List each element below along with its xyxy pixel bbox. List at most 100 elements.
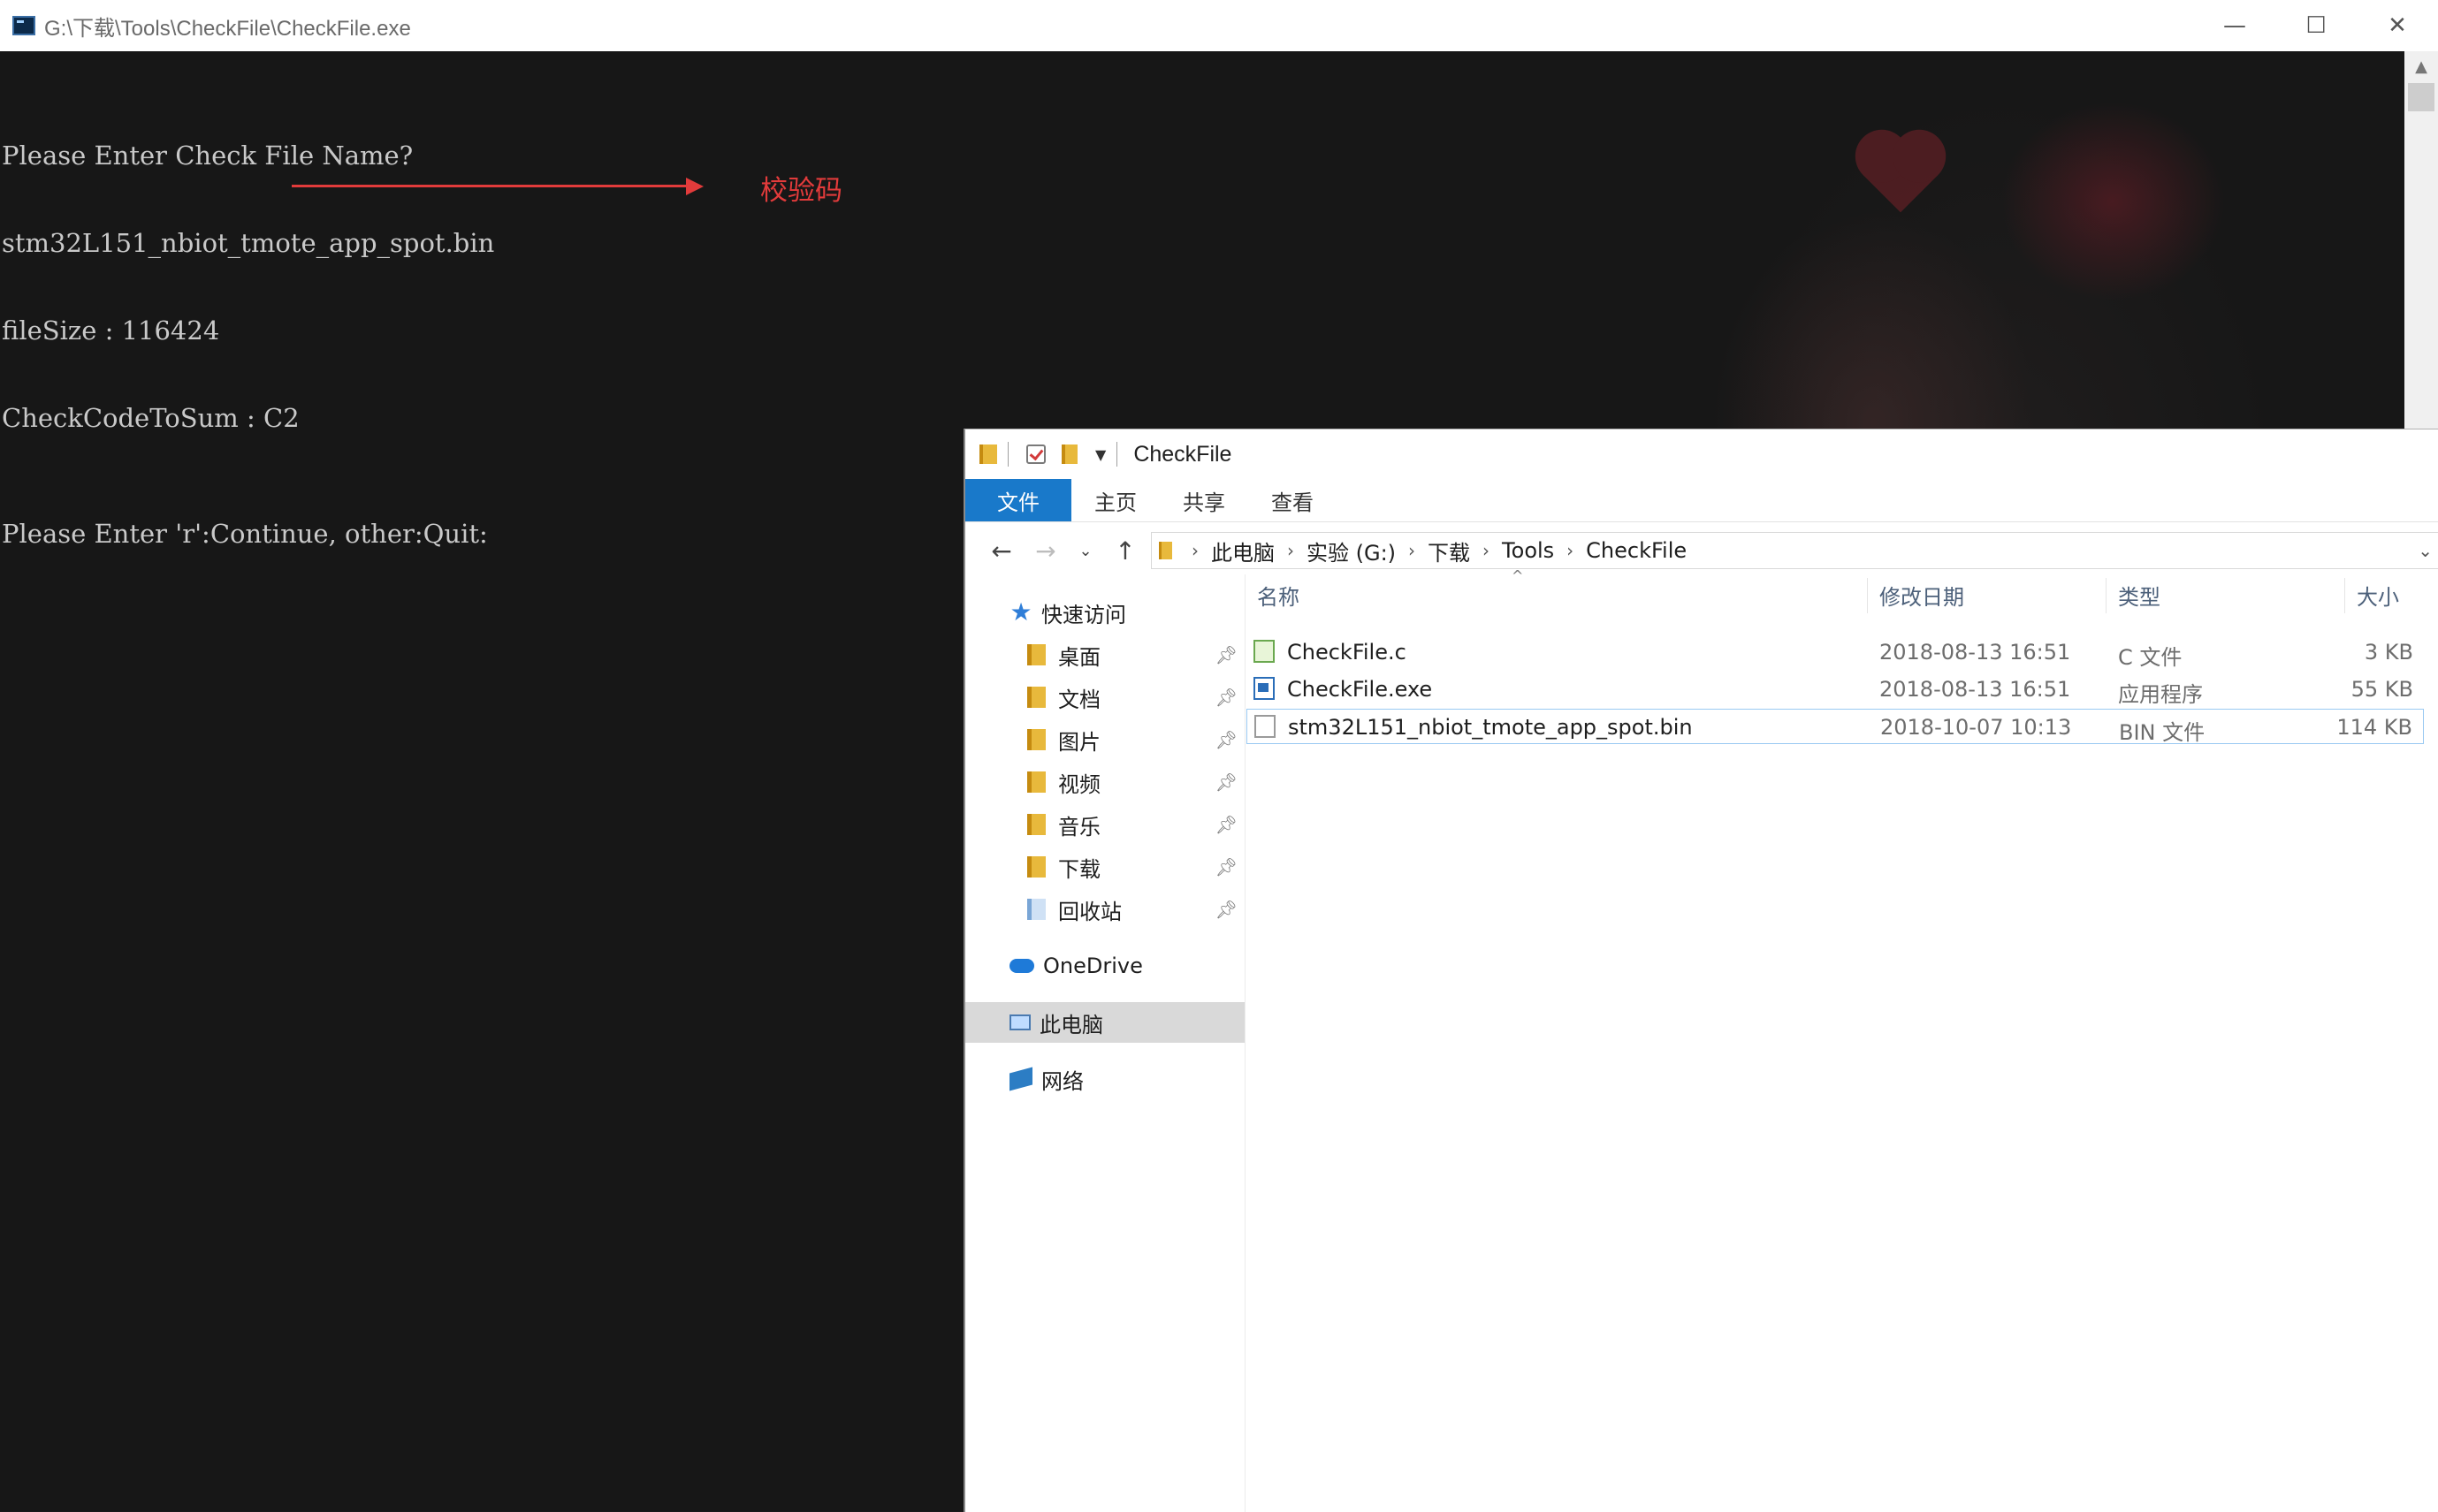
- file-size: 55 KB: [2350, 677, 2413, 702]
- sidebar-item-label: 文档: [1058, 687, 1101, 712]
- file-type: BIN 文件: [2119, 720, 2206, 745]
- sidebar-item-pictures[interactable]: 图片 📌︎: [965, 719, 1245, 760]
- recycle-bin-icon: [1027, 899, 1046, 920]
- sidebar-item-label: 音乐: [1058, 814, 1101, 840]
- console-line: stm32L151_nbiot_tmote_app_spot.bin: [2, 228, 495, 258]
- file-type: 应用程序: [2118, 682, 2203, 707]
- tab-view[interactable]: 查看: [1248, 479, 1337, 521]
- chevron-right-icon[interactable]: ›: [1482, 540, 1489, 561]
- pin-icon[interactable]: 📌︎: [1215, 899, 1238, 920]
- network-icon: [1009, 1067, 1032, 1091]
- file-explorer-window: ▼ CheckFile 文件 主页 共享 查看 ← → ⌄ ↑ › 此电脑 › …: [964, 429, 2438, 1512]
- sidebar-item-label: 图片: [1058, 729, 1101, 755]
- sidebar-item-label: OneDrive: [1043, 954, 1143, 978]
- pin-icon[interactable]: 📌︎: [1215, 814, 1238, 835]
- address-dropdown-icon[interactable]: ⌄: [2418, 540, 2433, 561]
- folder-icon: [979, 444, 997, 464]
- sidebar-item-downloads[interactable]: 下载 📌︎: [965, 847, 1245, 887]
- sidebar-item-quick-access[interactable]: ★ 快速访问: [965, 592, 1245, 633]
- console-line: Please Enter Check File Name?: [2, 141, 414, 171]
- console-window-controls: — ☐ ✕: [2194, 0, 2438, 51]
- annotation-arrow: [292, 185, 689, 187]
- tab-file[interactable]: 文件: [965, 479, 1071, 521]
- properties-icon[interactable]: [1026, 444, 1046, 464]
- chevron-right-icon[interactable]: ›: [1408, 540, 1415, 561]
- scroll-up-icon[interactable]: ▲: [2404, 51, 2438, 81]
- annotation-arrow-head: [686, 178, 704, 195]
- column-header-modified[interactable]: 修改日期: [1879, 580, 1964, 611]
- column-header-name[interactable]: 名称: [1257, 580, 1299, 611]
- column-divider[interactable]: [1867, 578, 1868, 613]
- file-list-header: ^ 名称 修改日期 类型 大小: [1246, 567, 2438, 615]
- pin-icon[interactable]: 📌︎: [1215, 644, 1238, 665]
- breadcrumb-checkfile[interactable]: CheckFile: [1586, 538, 1687, 563]
- console-line: CheckCodeToSum : C2: [2, 403, 300, 433]
- navigation-bar: ← → ⌄ ↑ › 此电脑 › 实验 (G:) › 下载 › Tools › C…: [965, 527, 2438, 574]
- file-size: 3 KB: [2364, 640, 2413, 665]
- column-divider[interactable]: [2106, 578, 2107, 613]
- file-row[interactable]: CheckFile.exe 2018-08-13 16:51 应用程序 55 K…: [1246, 672, 2424, 707]
- folder-icon: [1027, 771, 1046, 793]
- separator: [1116, 442, 1118, 467]
- column-header-size[interactable]: 大小: [2357, 580, 2399, 611]
- sidebar-item-this-pc[interactable]: 此电脑: [965, 1002, 1245, 1043]
- separator: [1008, 442, 1009, 467]
- breadcrumb-drive-g[interactable]: 实验 (G:): [1307, 536, 1396, 566]
- pin-icon[interactable]: 📌︎: [1215, 729, 1238, 750]
- file-row[interactable]: CheckFile.c 2018-08-13 16:51 C 文件 3 KB: [1246, 634, 2424, 670]
- bin-file-icon: [1254, 715, 1276, 738]
- chevron-right-icon[interactable]: ›: [1287, 540, 1294, 561]
- file-row[interactable]: stm32L151_nbiot_tmote_app_spot.bin 2018-…: [1246, 709, 2424, 745]
- file-list-pane: ^ 名称 修改日期 类型 大小 CheckFile.c 2018-08-13 1…: [1246, 567, 2438, 1512]
- back-button[interactable]: ←: [979, 536, 1024, 566]
- folder-icon: [1027, 644, 1046, 665]
- pin-icon[interactable]: 📌︎: [1215, 856, 1238, 878]
- new-folder-icon[interactable]: [1062, 444, 1078, 464]
- console-window-title: G:\下载\Tools\CheckFile\CheckFile.exe: [44, 16, 411, 41]
- sidebar-item-label: 回收站: [1058, 899, 1122, 924]
- exe-file-icon: [1253, 677, 1275, 700]
- file-name: CheckFile.c: [1287, 640, 1406, 665]
- console-prompt-line: Please Enter 'r':Continue, other:Quit:: [2, 519, 488, 549]
- quick-access-toolbar-dropdown-icon[interactable]: ▼: [1095, 446, 1106, 463]
- file-name: CheckFile.exe: [1287, 677, 1433, 702]
- breadcrumb-this-pc[interactable]: 此电脑: [1211, 536, 1275, 566]
- checksum-annotation: 校验码: [760, 175, 842, 207]
- breadcrumb-downloads[interactable]: 下载: [1428, 536, 1470, 566]
- up-button[interactable]: ↑: [1103, 536, 1147, 566]
- chevron-right-icon[interactable]: ›: [1192, 540, 1199, 561]
- sidebar-item-documents[interactable]: 文档 📌︎: [965, 677, 1245, 718]
- navigation-pane: ★ 快速访问 桌面 📌︎ 文档 📌︎ 图片 📌︎ 视频 📌︎ 音乐 📌︎ 下载 …: [965, 574, 1246, 1512]
- file-modified: 2018-08-13 16:51: [1879, 677, 2071, 702]
- address-bar[interactable]: › 此电脑 › 实验 (G:) › 下载 › Tools › CheckFile…: [1151, 532, 2438, 569]
- sidebar-item-videos[interactable]: 视频 📌︎: [965, 762, 1245, 802]
- sidebar-item-music[interactable]: 音乐 📌︎: [965, 804, 1245, 845]
- chevron-right-icon[interactable]: ›: [1566, 540, 1573, 561]
- breadcrumb-tools[interactable]: Tools: [1502, 538, 1554, 563]
- tab-home[interactable]: 主页: [1071, 479, 1160, 521]
- sidebar-item-label: 视频: [1058, 771, 1101, 797]
- onedrive-cloud-icon: [1009, 959, 1034, 973]
- column-header-type[interactable]: 类型: [2118, 580, 2160, 611]
- sidebar-item-desktop[interactable]: 桌面 📌︎: [965, 634, 1245, 675]
- minimize-button[interactable]: —: [2194, 0, 2275, 51]
- folder-icon: [1027, 687, 1046, 708]
- computer-icon: [1009, 1014, 1031, 1030]
- pin-icon[interactable]: 📌︎: [1215, 771, 1238, 793]
- file-modified: 2018-10-07 10:13: [1880, 715, 2072, 740]
- folder-icon: [1027, 856, 1046, 878]
- close-button[interactable]: ✕: [2357, 0, 2438, 51]
- pin-icon[interactable]: 📌︎: [1215, 687, 1238, 708]
- sidebar-item-recycle-bin[interactable]: 回收站 📌︎: [965, 889, 1245, 930]
- maximize-button[interactable]: ☐: [2275, 0, 2357, 51]
- recent-locations-button[interactable]: ⌄: [1068, 542, 1103, 560]
- scroll-thumb[interactable]: [2408, 83, 2434, 111]
- sidebar-item-label: 此电脑: [1040, 1012, 1103, 1037]
- sidebar-item-label: 桌面: [1058, 644, 1101, 670]
- tab-share[interactable]: 共享: [1160, 479, 1248, 521]
- column-divider[interactable]: [2344, 578, 2345, 613]
- sidebar-item-onedrive[interactable]: OneDrive: [965, 946, 1245, 986]
- sidebar-item-network[interactable]: 网络: [965, 1059, 1245, 1099]
- file-modified: 2018-08-13 16:51: [1879, 640, 2071, 665]
- forward-button[interactable]: →: [1024, 536, 1068, 566]
